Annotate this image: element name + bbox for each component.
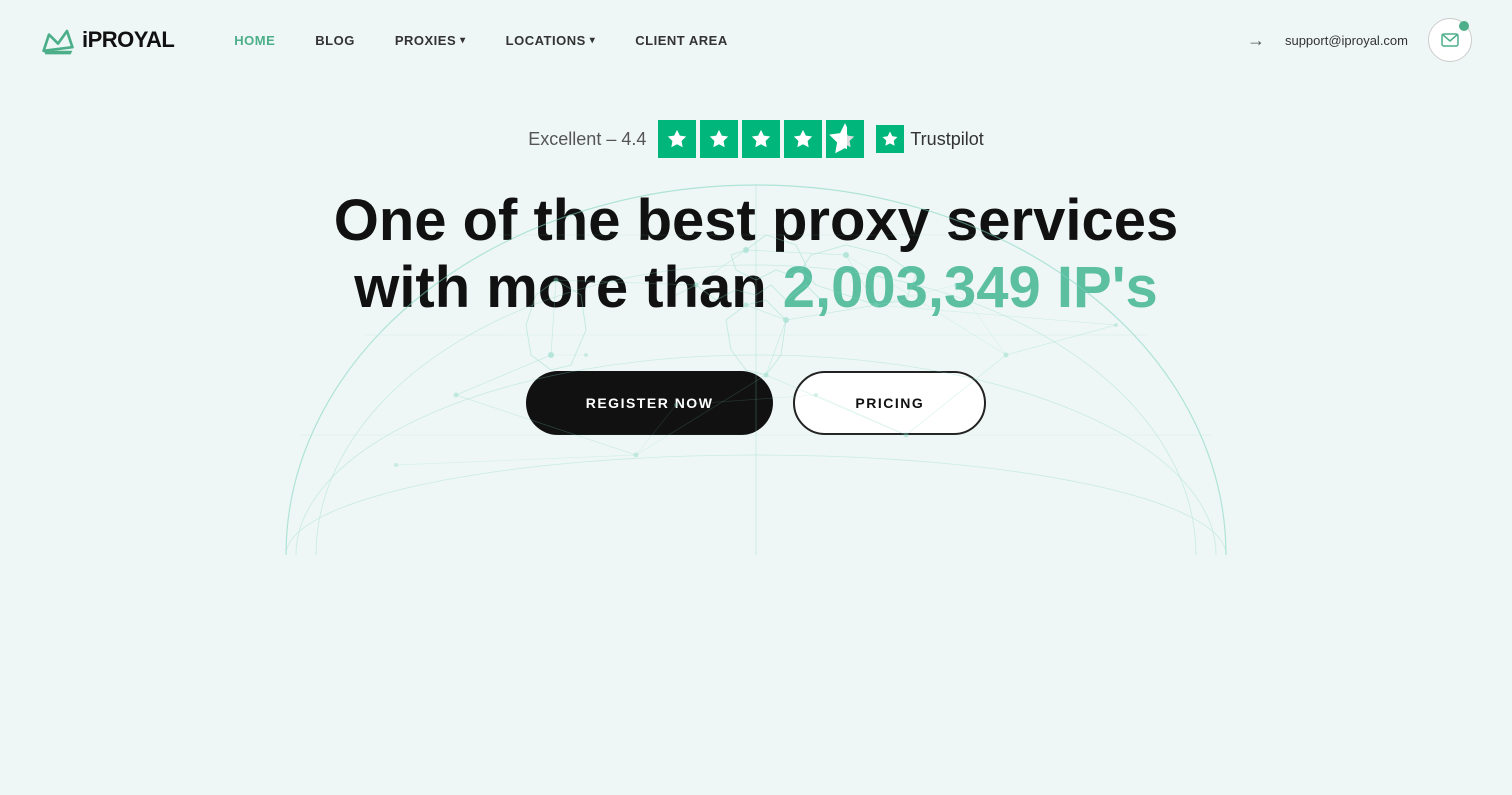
star-3 <box>742 120 780 158</box>
stars-container <box>658 120 864 158</box>
logo-icon <box>40 22 76 58</box>
nav-item-client-area[interactable]: CLIENT AREA <box>635 33 727 48</box>
nav-links: HOME BLOG PROXIES LOCATIONS CLIENT AREA <box>234 33 1247 48</box>
star-1 <box>658 120 696 158</box>
logo-text: iPROYAL <box>82 27 174 53</box>
nav-right: → support@iproyal.com <box>1247 18 1472 62</box>
arrow-icon: → <box>1247 30 1265 51</box>
nav-item-proxies[interactable]: PROXIES <box>395 33 466 48</box>
support-email-link[interactable]: support@iproyal.com <box>1285 33 1408 48</box>
trustpilot-star-icon <box>881 130 899 148</box>
globe-svg <box>256 155 1256 555</box>
logo[interactable]: iPROYAL <box>40 22 174 58</box>
trustpilot-label: Excellent – 4.4 <box>528 129 646 150</box>
star-2 <box>700 120 738 158</box>
globe-decoration <box>256 155 1256 555</box>
trustpilot-logo-icon <box>876 125 904 153</box>
nav-item-home[interactable]: HOME <box>234 33 275 48</box>
trustpilot-brand-name: Trustpilot <box>910 129 983 150</box>
nav-item-locations[interactable]: LOCATIONS <box>506 33 596 48</box>
nav-item-blog[interactable]: BLOG <box>315 33 355 48</box>
mail-button[interactable] <box>1428 18 1472 62</box>
star-4 <box>784 120 822 158</box>
mail-icon <box>1441 33 1459 47</box>
navbar: iPROYAL HOME BLOG PROXIES LOCATIONS CLIE… <box>0 0 1512 80</box>
trustpilot-row: Excellent – 4.4 <box>528 120 983 158</box>
hero-section: Excellent – 4.4 <box>0 80 1512 495</box>
star-5-half <box>826 120 864 158</box>
trustpilot-brand: Trustpilot <box>876 125 983 153</box>
